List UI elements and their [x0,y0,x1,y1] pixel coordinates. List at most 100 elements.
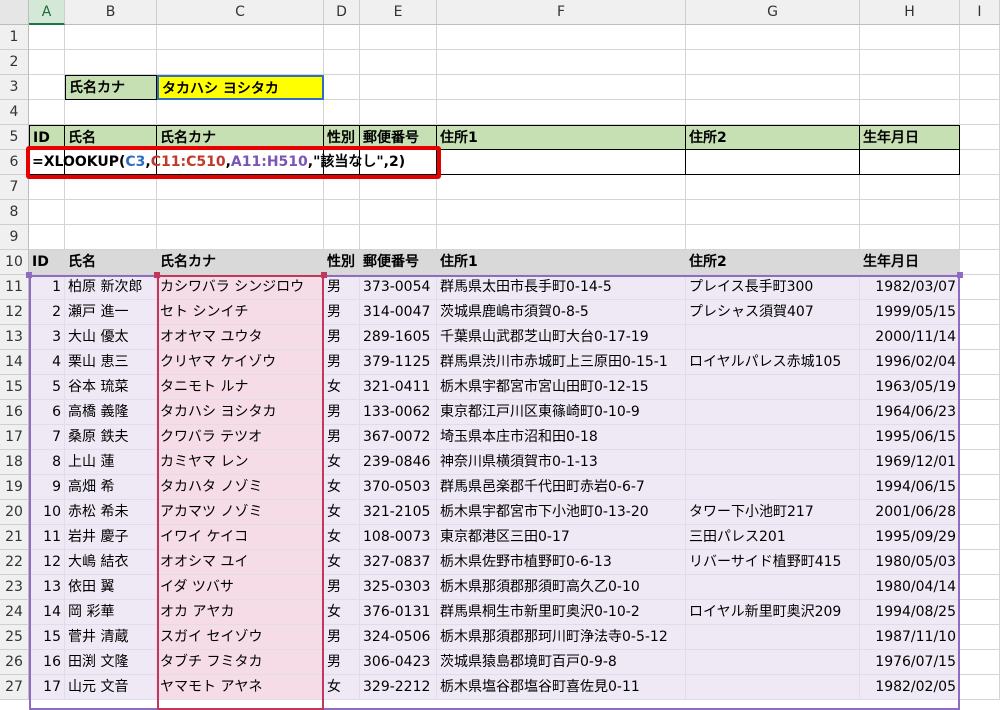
grid-cell[interactable] [65,50,157,75]
grid-cell[interactable] [157,50,324,75]
grid-cell[interactable] [360,100,437,125]
row-header-16[interactable]: 16 [0,400,29,425]
grid-cell[interactable] [960,550,1000,575]
grid-cell[interactable] [324,75,360,100]
grid-cell[interactable] [437,200,686,225]
grid-cell[interactable] [360,25,437,50]
table-header-cell[interactable]: 住所1 [437,250,686,275]
spreadsheet-grid[interactable]: A B C D E F G H I 1 2 3 4 5 6 7 8 9 10 11 12 13 14 15 16 17 18 19 20… [0,0,1000,710]
grid-cell[interactable] [324,225,360,250]
grid-cell[interactable] [960,125,1000,150]
column-header-b[interactable]: B [65,0,157,25]
row-header-1[interactable]: 1 [0,25,29,50]
grid-cell[interactable] [960,400,1000,425]
table-header-cell[interactable]: ID [29,250,65,275]
range-handle[interactable] [957,272,963,278]
grid-cell[interactable] [437,175,686,200]
row-header-25[interactable]: 25 [0,625,29,650]
result-cell[interactable] [860,150,960,175]
grid-cell[interactable] [960,250,1000,275]
grid-cell[interactable] [65,200,157,225]
grid-cell[interactable] [960,625,1000,650]
row-header-20[interactable]: 20 [0,500,29,525]
grid-cell[interactable] [29,200,65,225]
grid-cell[interactable] [29,50,65,75]
grid-cell[interactable] [860,100,960,125]
grid-cell[interactable] [157,225,324,250]
grid-cell[interactable] [360,225,437,250]
grid-cell[interactable] [960,575,1000,600]
grid-cell[interactable] [960,675,1000,700]
grid-cell[interactable] [960,475,1000,500]
grid-cell[interactable] [437,100,686,125]
grid-cell[interactable] [686,100,860,125]
row-header-19[interactable]: 19 [0,475,29,500]
row-header-6[interactable]: 6 [0,150,29,175]
result-header-cell[interactable]: 住所1 [437,125,686,150]
search-label-cell[interactable]: 氏名カナ [65,75,157,100]
column-header-d[interactable]: D [324,0,360,25]
row-header-24[interactable]: 24 [0,600,29,625]
grid-cell[interactable] [960,350,1000,375]
grid-cell[interactable] [860,25,960,50]
grid-cell[interactable] [360,50,437,75]
grid-cell[interactable] [960,425,1000,450]
grid-cell[interactable] [960,600,1000,625]
row-header-10[interactable]: 10 [0,250,29,275]
row-header-8[interactable]: 8 [0,200,29,225]
grid-cell[interactable] [960,225,1000,250]
range-handle[interactable] [26,272,32,278]
grid-cell[interactable] [960,500,1000,525]
grid-cell[interactable] [157,100,324,125]
grid-cell[interactable] [29,75,65,100]
grid-cell[interactable] [65,225,157,250]
column-header-e[interactable]: E [360,0,437,25]
column-header-i[interactable]: I [960,0,1000,25]
row-header-13[interactable]: 13 [0,325,29,350]
result-cell[interactable] [437,150,686,175]
grid-cell[interactable] [157,200,324,225]
table-header-cell[interactable]: 性別 [324,250,360,275]
row-header-23[interactable]: 23 [0,575,29,600]
row-header-27[interactable]: 27 [0,675,29,700]
row-header-26[interactable]: 26 [0,650,29,675]
table-header-cell[interactable]: 郵便番号 [360,250,437,275]
grid-cell[interactable] [360,200,437,225]
grid-cell[interactable] [960,300,1000,325]
table-header-cell[interactable]: 住所2 [686,250,860,275]
grid-cell[interactable] [324,50,360,75]
grid-cell[interactable] [29,25,65,50]
grid-cell[interactable] [360,75,437,100]
column-header-g[interactable]: G [686,0,860,25]
grid-cell[interactable] [437,25,686,50]
grid-cell[interactable] [65,100,157,125]
grid-cell[interactable] [860,225,960,250]
grid-cell[interactable] [686,75,860,100]
grid-cell[interactable] [960,375,1000,400]
table-header-cell[interactable]: 生年月日 [860,250,960,275]
row-header-21[interactable]: 21 [0,525,29,550]
row-header-22[interactable]: 22 [0,550,29,575]
grid-cell[interactable] [960,50,1000,75]
grid-cell[interactable] [437,50,686,75]
column-header-h[interactable]: H [860,0,960,25]
result-header-cell[interactable]: 生年月日 [860,125,960,150]
search-value-cell[interactable]: タカハシ ヨシタカ [157,75,324,100]
grid-cell[interactable] [960,450,1000,475]
column-header-a[interactable]: A [29,0,65,25]
row-header-12[interactable]: 12 [0,300,29,325]
grid-cell[interactable] [860,75,960,100]
row-header-18[interactable]: 18 [0,450,29,475]
range-handle[interactable] [321,272,327,278]
grid-cell[interactable] [860,175,960,200]
grid-cell[interactable] [437,225,686,250]
grid-cell[interactable] [960,275,1000,300]
column-header-c[interactable]: C [157,0,324,25]
grid-cell[interactable] [960,525,1000,550]
grid-cell[interactable] [686,25,860,50]
grid-cell[interactable] [860,50,960,75]
result-header-cell[interactable]: 住所2 [686,125,860,150]
row-header-2[interactable]: 2 [0,50,29,75]
row-header-14[interactable]: 14 [0,350,29,375]
grid-cell[interactable] [65,25,157,50]
